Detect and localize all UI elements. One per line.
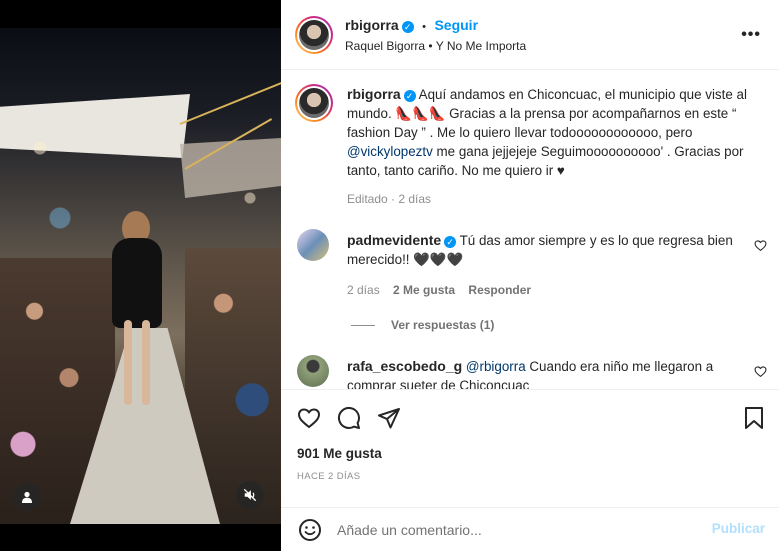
likes-count[interactable]: 901 Me gusta — [297, 446, 382, 461]
view-replies-button[interactable]: Ver respuestas (1) — [351, 318, 494, 332]
post-video[interactable] — [0, 28, 281, 524]
reply-button[interactable]: Responder — [468, 283, 531, 297]
comment-item: padmevidente ✓ Tú das amor siempre y es l… — [347, 231, 737, 269]
author-username[interactable]: rbigorra — [345, 17, 399, 33]
post-actions: 901 Me gusta HACE 2 DÍAS — [281, 389, 779, 507]
comment-time: 2 días — [347, 283, 380, 297]
author-avatar[interactable] — [295, 16, 333, 54]
more-options-icon[interactable]: ••• — [741, 26, 761, 44]
comment-username[interactable]: rafa_escobedo_g — [347, 358, 462, 374]
save-bookmark-icon[interactable] — [743, 406, 765, 430]
caption-meta: Editado · 2 días — [347, 192, 432, 206]
user-icon — [22, 491, 32, 503]
comment-username[interactable]: padmevidente — [347, 232, 441, 248]
caption-username[interactable]: rbigorra — [347, 86, 401, 102]
comment-bubble-icon[interactable] — [337, 406, 361, 430]
caption-avatar[interactable] — [295, 84, 333, 122]
speaker-muted-icon — [243, 488, 257, 502]
post-media — [0, 0, 281, 551]
post-header: rbigorra ✓ • Seguir Raquel Bigorra • Y No… — [281, 0, 779, 70]
comments-section[interactable]: rbigorra ✓ Aquí andamos en Chiconcuac, el… — [281, 71, 779, 389]
header-separator: • — [422, 21, 426, 33]
verified-badge-icon: ✓ — [401, 21, 414, 33]
caption-mention[interactable]: @vickylopeztv — [347, 144, 433, 159]
comment-input[interactable] — [337, 518, 697, 542]
like-heart-icon[interactable] — [297, 406, 321, 430]
commenter-avatar[interactable] — [297, 229, 329, 261]
publish-button[interactable]: Publicar — [712, 521, 765, 536]
comment-likes[interactable]: 2 Me gusta — [393, 283, 455, 297]
comment-meta: 2 días 2 Me gusta Responder — [347, 283, 531, 297]
comment-item: rafa_escobedo_g @rbigorra Cuando era niñ… — [347, 357, 737, 389]
caption: rbigorra ✓ Aquí andamos en Chiconcuac, el… — [347, 85, 757, 180]
verified-badge-icon: ✓ — [403, 90, 416, 102]
emoji-icon[interactable] — [298, 518, 322, 542]
comment-mention[interactable]: @rbigorra — [466, 359, 526, 374]
mute-button[interactable] — [236, 481, 264, 509]
comment-composer: Publicar — [281, 507, 779, 551]
post-panel: rbigorra ✓ • Seguir Raquel Bigorra • Y No… — [281, 0, 779, 551]
tagged-users-button[interactable] — [13, 483, 41, 511]
commenter-avatar[interactable] — [297, 355, 329, 387]
comment-like-heart-icon[interactable] — [754, 239, 767, 252]
share-send-icon[interactable] — [377, 406, 401, 430]
post-date: HACE 2 DÍAS — [297, 471, 361, 482]
video-scene-lights — [0, 28, 281, 524]
follow-button[interactable]: Seguir — [434, 17, 478, 33]
comment-like-heart-icon[interactable] — [754, 365, 767, 378]
audio-link[interactable]: Raquel Bigorra • Y No Me Importa — [345, 39, 526, 53]
verified-badge-icon: ✓ — [444, 236, 457, 248]
